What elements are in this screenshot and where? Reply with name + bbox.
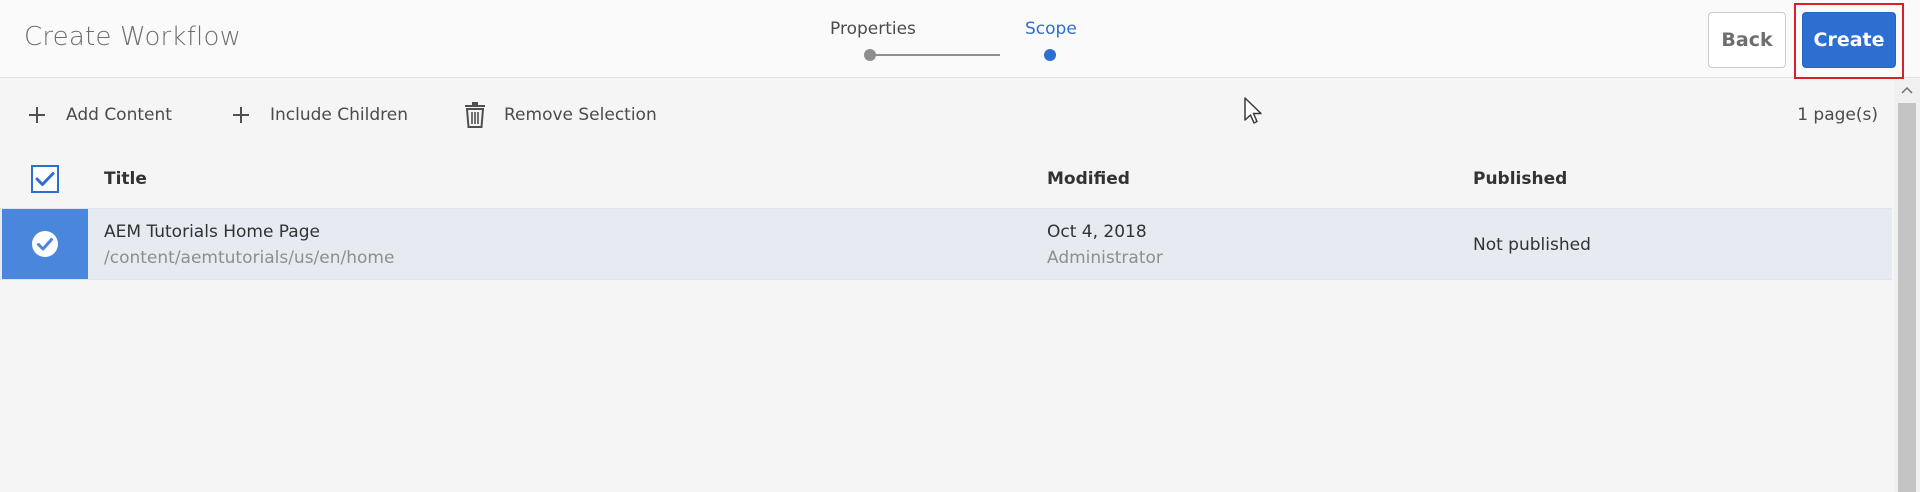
create-button[interactable]: Create <box>1802 12 1896 68</box>
scrollbar-thumb[interactable] <box>1898 103 1916 492</box>
stepper-line <box>870 54 1000 56</box>
plus-icon <box>24 102 50 128</box>
action-toolbar: Add Content Include Children Remove Sele… <box>0 79 1890 150</box>
page-title: Create Workflow <box>24 22 242 52</box>
row-select-toggle[interactable] <box>2 209 88 279</box>
back-button[interactable]: Back <box>1708 12 1786 68</box>
vertical-scrollbar[interactable] <box>1894 79 1920 492</box>
checkmark-icon <box>35 172 55 186</box>
table-row[interactable]: AEM Tutorials Home Page /content/aemtuto… <box>0 208 1892 280</box>
include-children-label: Include Children <box>270 105 409 125</box>
column-header-title[interactable]: Title <box>104 169 147 189</box>
step-scope[interactable]: Scope <box>1025 19 1077 39</box>
remove-selection-button[interactable]: Remove Selection <box>462 101 657 129</box>
column-header-published[interactable]: Published <box>1473 169 1567 189</box>
select-all-checkbox[interactable] <box>31 165 59 193</box>
include-children-button[interactable]: Include Children <box>228 101 408 129</box>
column-header-modified[interactable]: Modified <box>1047 169 1130 189</box>
scroll-up-arrow-icon[interactable] <box>1894 79 1920 101</box>
check-circle-icon <box>32 231 58 257</box>
row-title: AEM Tutorials Home Page <box>104 222 320 242</box>
step-properties[interactable]: Properties <box>830 19 916 39</box>
create-workflow-wizard: Create Workflow Properties Scope Back Cr… <box>0 0 1920 492</box>
page-count: 1 page(s) <box>1797 105 1878 125</box>
wizard-stepper: Properties Scope <box>820 16 1100 66</box>
add-content-label: Add Content <box>66 105 172 125</box>
step-properties-dot <box>864 49 876 61</box>
remove-selection-label: Remove Selection <box>504 105 657 125</box>
plus-icon <box>228 102 254 128</box>
step-scope-dot <box>1044 49 1056 61</box>
add-content-button[interactable]: Add Content <box>24 101 172 129</box>
row-modified-date: Oct 4, 2018 <box>1047 222 1147 242</box>
row-modified-by: Administrator <box>1047 248 1163 268</box>
mouse-cursor-icon <box>1243 96 1265 126</box>
row-published-status: Not published <box>1473 235 1591 255</box>
row-path: /content/aemtutorials/us/en/home <box>104 248 395 268</box>
wizard-header: Create Workflow Properties Scope Back Cr… <box>0 0 1920 79</box>
trash-icon <box>462 102 488 128</box>
table-header: Title Modified Published <box>0 150 1892 208</box>
content-table: Title Modified Published AEM Tutorials H… <box>0 150 1892 492</box>
